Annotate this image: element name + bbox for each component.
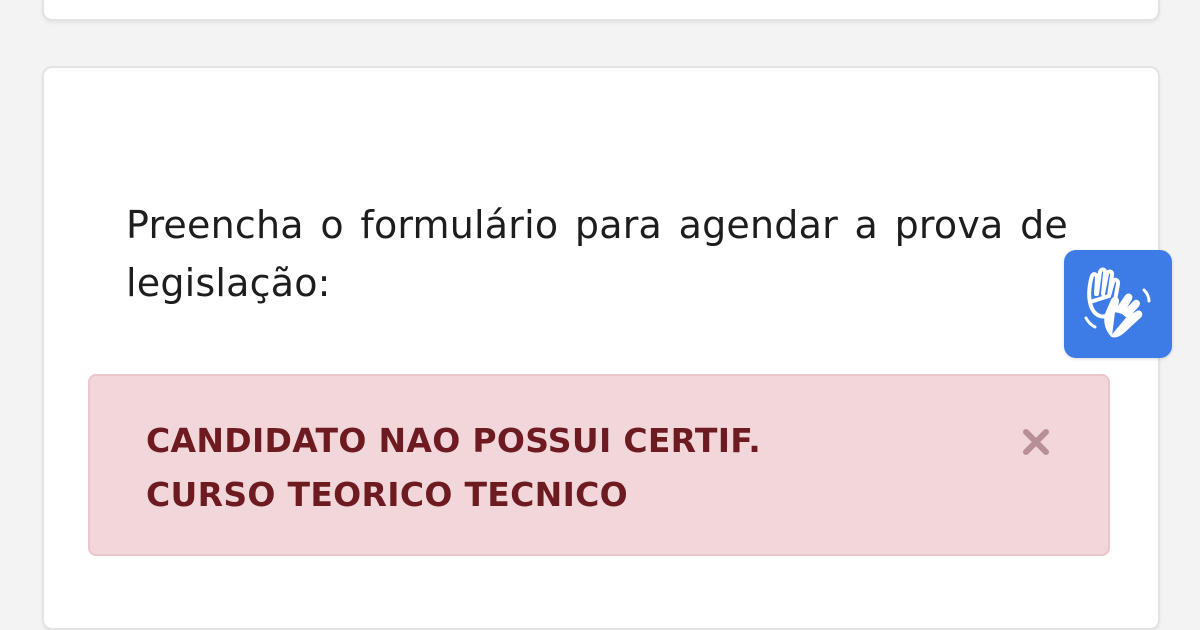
form-instruction: Preencha o formulário para agendar a pro… xyxy=(126,203,1068,305)
alert-message: CANDIDATO NAO POSSUI CERTIF. CURSO TEORI… xyxy=(146,421,762,514)
close-icon[interactable] xyxy=(1016,422,1056,462)
error-alert: CANDIDATO NAO POSSUI CERTIF. CURSO TEORI… xyxy=(88,374,1110,556)
previous-card xyxy=(42,0,1160,21)
sign-language-button[interactable] xyxy=(1064,250,1172,358)
sign-language-hands-icon xyxy=(1084,267,1151,338)
